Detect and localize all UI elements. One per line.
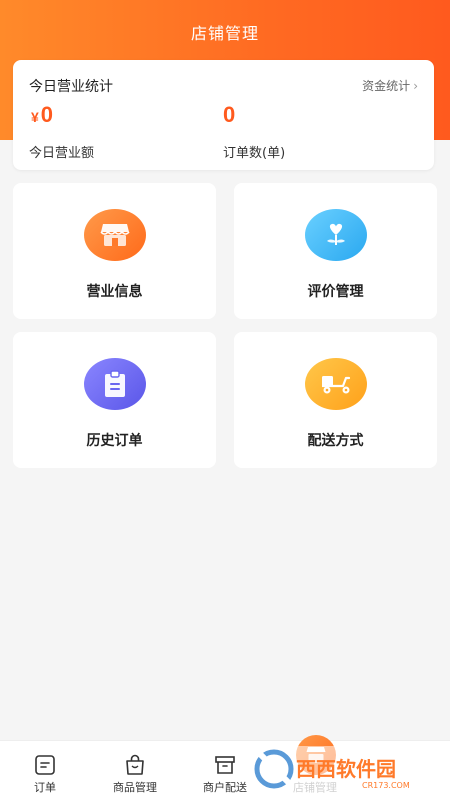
watermark-logo: 西西软件园 CR173.COM: [252, 746, 442, 792]
scooter-icon: [305, 358, 367, 410]
fund-stats-label: 资金统计: [362, 79, 411, 93]
revenue-label: 今日营业额: [29, 146, 95, 161]
tile-delivery-method[interactable]: 配送方式: [234, 332, 437, 468]
currency-symbol: ¥: [31, 109, 39, 125]
clipboard-icon: [84, 358, 146, 410]
storefront-icon: [84, 209, 146, 261]
watermark-domain: CR173.COM: [362, 781, 410, 790]
watermark-text: 西西软件园: [296, 757, 396, 781]
revenue-amount: 0: [40, 102, 54, 127]
revenue-value: ¥0: [31, 102, 53, 128]
tab-orders[interactable]: 订单: [0, 741, 90, 800]
tile-label: 历史订单: [86, 433, 143, 449]
heart-plant-icon: [305, 209, 367, 261]
tile-label: 营业信息: [86, 284, 143, 300]
fund-stats-link[interactable]: 资金统计 ›: [362, 77, 418, 94]
tab-label: 商品管理: [113, 781, 157, 794]
orders-label: 订单数(单): [223, 146, 286, 161]
tile-business-info[interactable]: 营业信息: [13, 183, 216, 319]
tab-label: 订单: [34, 781, 56, 794]
orders-count: 0: [223, 102, 236, 127]
shopping-bag-icon: [126, 754, 144, 775]
today-stats-card: 今日营业统计 资金统计 › ¥0 今日营业额 0 订单数(单): [13, 60, 434, 170]
page-title: 店铺管理: [190, 24, 259, 43]
tab-product-management[interactable]: 商品管理: [90, 741, 180, 800]
tile-label: 评价管理: [307, 284, 364, 300]
tile-review-management[interactable]: 评价管理: [234, 183, 437, 319]
order-icon: [35, 755, 55, 775]
tile-label: 配送方式: [307, 433, 364, 449]
box-icon: [215, 756, 235, 774]
chevron-right-icon: ›: [413, 79, 418, 93]
tile-order-history[interactable]: 历史订单: [13, 332, 216, 468]
stats-title: 今日营业统计: [29, 79, 113, 95]
